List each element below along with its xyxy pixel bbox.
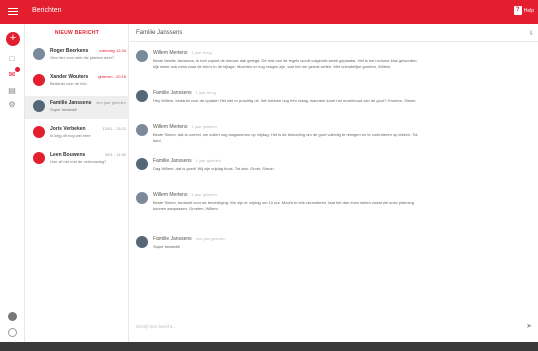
conversation-subject: Familie Janssens [136, 30, 183, 36]
help-icon: ? [513, 6, 522, 15]
message-header: Familie Janssens een jaar geleden [153, 236, 225, 242]
conversation-name: Joris Verbeken [50, 126, 86, 132]
message-body: Beste familie Janssens, ik heb zojuist d… [153, 58, 418, 69]
avatar [136, 192, 148, 204]
bottom-bar [0, 342, 538, 351]
conversation-item[interactable]: Roger Beerkens Ons hier voor ziek die pla… [25, 44, 129, 67]
divider [130, 41, 538, 42]
avatar [136, 236, 148, 248]
hamburger-menu-icon[interactable] [8, 6, 18, 18]
send-icon[interactable]: ➤ [526, 322, 532, 330]
message-header: Familie Janssens 1 jaar terug [153, 90, 216, 96]
message-author: Familie Janssens [153, 236, 192, 242]
power-icon[interactable] [8, 328, 17, 337]
message-body: Dag Willem, dat is goed! Wij zijn vrijda… [153, 166, 274, 171]
message-author: Willem Mertens [153, 124, 188, 130]
message-header: Willem Mertens 1 jaar terug [153, 50, 212, 56]
user-avatar[interactable] [8, 312, 17, 321]
avatar [33, 126, 45, 138]
message-header: Willem Mertens 1 jaar geleden [153, 124, 217, 130]
conversation-name: Familie Janssens [50, 100, 92, 106]
messages-icon[interactable]: ✉ [7, 67, 20, 80]
conversation-snippet: Bedankt voor de info [50, 81, 87, 86]
nav-rail: + □ ✉ ▤ ⚙ [0, 24, 25, 342]
top-bar: Berichten ? Help [0, 0, 538, 24]
message-author: Familie Janssens [153, 158, 192, 164]
new-message-fab[interactable]: + [6, 32, 20, 46]
avatar [136, 50, 148, 62]
conversation-name: Roger Beerkens [50, 48, 89, 54]
conversation-time: 12/01 - 13:21 [102, 126, 126, 131]
help-label: Help [523, 7, 534, 14]
message-body: Super bedankt! [153, 244, 181, 249]
message-time: een jaar geleden [195, 236, 226, 241]
unread-dot [15, 67, 20, 72]
avatar [136, 124, 148, 136]
conversation-item[interactable]: Leen Bouwens Hoe zit het met de verbouwin… [25, 148, 129, 171]
conversation-time: een jaar geleden [96, 100, 126, 105]
compose-input[interactable]: Schrijf een bericht... [136, 324, 176, 329]
message-time: 1 jaar geleden [195, 158, 221, 163]
avatar [136, 90, 148, 102]
conversation-list: NIEUW BERICHT Roger Beerkens Ons hier voo… [25, 24, 129, 342]
message-author: Willem Mertens [153, 192, 188, 198]
conversation-time: 5/01 - 11:30 [104, 152, 126, 157]
message-header: Familie Janssens 1 jaar geleden [153, 158, 221, 164]
message-author: Willem Mertens [153, 50, 188, 56]
avatar [33, 152, 45, 164]
conversation-snippet: Hoe zit het met de verbouwing? [50, 159, 107, 164]
message-time: 1 jaar terug [195, 90, 216, 95]
conversation-time: gisteren - 20:16 [98, 74, 126, 79]
avatar [33, 100, 45, 112]
message-body: Beste Simon, bedankt voor de bevestiging… [153, 200, 414, 211]
new-message-button[interactable]: NIEUW BERICHT [25, 24, 129, 42]
message-body: Hey Willem, bedankt voor de update! Het … [153, 98, 416, 103]
avatar [33, 48, 45, 60]
message-author: Familie Janssens [153, 90, 192, 96]
conversation-name: Leen Bouwens [50, 152, 86, 158]
message-body: Beste Simon, dat is correct, we zullen n… [153, 132, 418, 143]
messages-glyph: ✉ [8, 70, 16, 79]
avatar [136, 158, 148, 170]
help-button[interactable]: ? Help [513, 6, 534, 15]
avatar [33, 74, 45, 86]
conversation-snippet: Ik krijg dit nog wel mee [50, 133, 91, 138]
conversation-snippet: Super bedankt! [50, 107, 78, 112]
conversation-name: Xander Wouters [50, 74, 89, 80]
inbox-icon[interactable]: □ [7, 54, 17, 64]
settings-icon[interactable]: ⚙ [7, 100, 17, 110]
conversation-item[interactable]: Familie Janssens Super bedankt! een jaar g… [25, 96, 129, 119]
app-title: Berichten [32, 7, 62, 14]
export-icon[interactable]: ⇩ [529, 30, 534, 37]
conversation-item[interactable]: Joris Verbeken Ik krijg dit nog wel mee 12… [25, 122, 129, 145]
conversation-pane: Familie Janssens ⇩ Willem Mertens 1 jaar … [130, 24, 538, 342]
conversation-item[interactable]: Xander Wouters Bedankt voor de info gister… [25, 70, 129, 93]
message-time: 1 jaar terug [191, 50, 212, 55]
conversation-snippet: Ons hier voor ziek die planten deer? [50, 55, 115, 60]
message-header: Willem Mertens 1 jaar geleden [153, 192, 217, 198]
archive-icon[interactable]: ▤ [7, 86, 17, 96]
message-time: 1 jaar geleden [191, 192, 217, 197]
conversation-time: zaterdag 12:34 [99, 48, 126, 53]
message-time: 1 jaar geleden [191, 124, 217, 129]
